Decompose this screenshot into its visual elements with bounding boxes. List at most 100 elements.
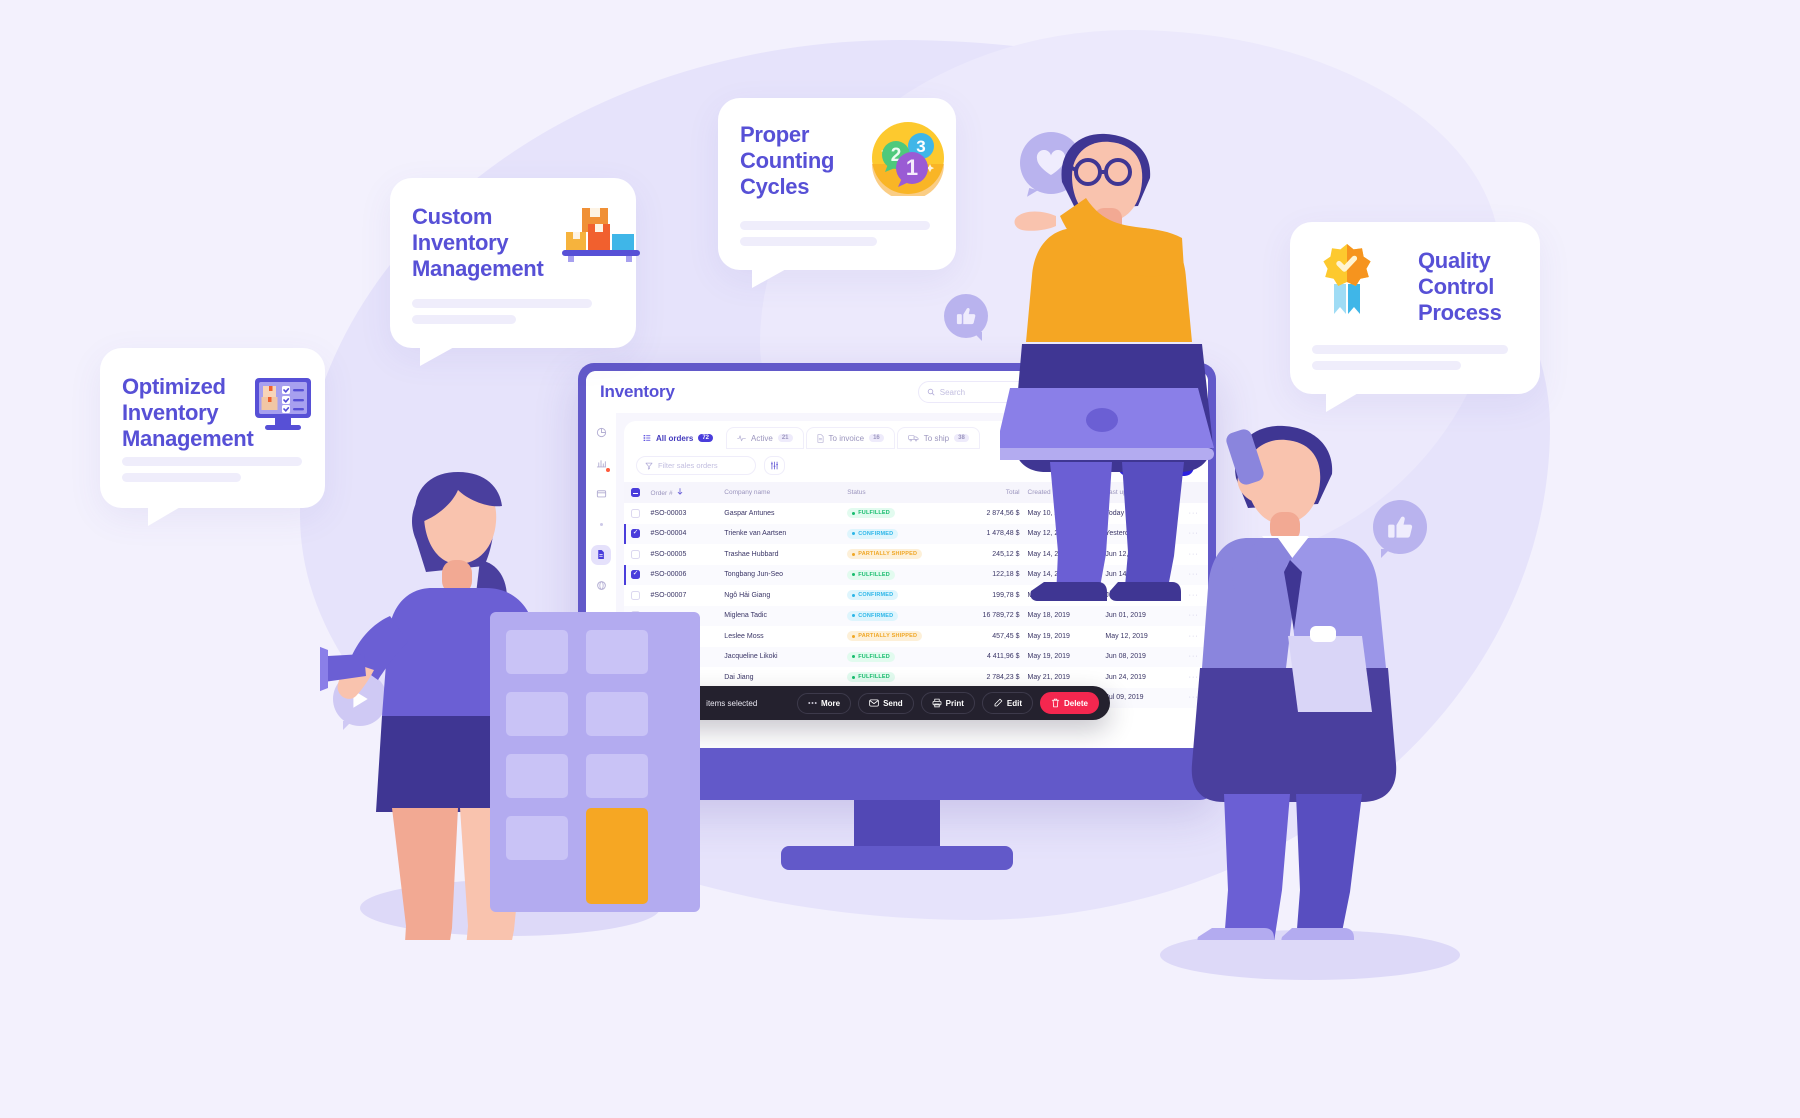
man-pointing-hand [1014,211,1056,231]
tab-all-orders[interactable]: All orders 72 [632,427,724,449]
delete-button[interactable]: Delete [1039,692,1099,714]
col-order-number[interactable]: Order # [646,482,721,503]
skeleton-line [1312,345,1508,354]
award-ribbon-icon [1323,244,1371,314]
tab-count: 21 [777,434,793,442]
status-dot [852,552,856,556]
button-label: More [820,698,841,708]
status-dot [852,511,856,515]
table-row[interactable]: #SO-00009Leslee MossPARTIALLY SHIPPED457… [624,626,1208,647]
cell-status: PARTIALLY SHIPPED [843,544,941,565]
row-checkbox[interactable] [630,528,640,539]
row-checkbox[interactable] [630,549,640,559]
status-dot [852,532,856,536]
shelf-crate-illustration [490,612,700,912]
card-skeleton-lines [122,457,302,482]
cell-company-name: Trashae Hubbard [724,550,779,558]
skeleton-line [412,299,592,308]
tab-count: 72 [698,434,714,442]
status-badge: CONFIRMED [847,590,899,601]
table-row[interactable]: #SO-00011Dai JiangFULFILLED2 784,23 $May… [624,667,1208,688]
cell-status: CONFIRMED [843,606,941,627]
row-checkbox[interactable] [630,569,640,580]
pulse-icon [737,435,746,442]
monitor-checklist-icon [255,378,311,430]
send-button[interactable]: Send [858,692,914,714]
table-row[interactable]: #SO-00010Jacqueline LikokiFULFILLED4 411… [624,646,1208,667]
column-settings-button[interactable] [764,456,785,475]
sliders-icon [771,461,778,470]
printer-icon [932,698,942,708]
arrow-down-icon [678,488,683,495]
edit-button[interactable]: Edit [981,692,1033,714]
status-badge: PARTIALLY SHIPPED [847,631,923,642]
print-button[interactable]: Print [920,692,975,714]
filter-sales-orders-input[interactable]: Filter sales orders [636,456,756,475]
tab-to-ship[interactable]: To ship 38 [896,427,980,449]
status-dot [852,634,856,638]
status-label: CONFIRMED [858,592,894,599]
monitor-neck [854,800,940,848]
tab-count: 38 [954,434,969,442]
cell-company-name: Jacqueline Likoki [724,653,778,661]
selected-label: items selected [706,698,758,708]
status-dot [852,675,856,679]
cell-company-name: Miglena Tadic [724,612,767,620]
cell-status: FULFILLED [843,565,941,586]
row-select-cell[interactable] [624,524,647,545]
cell-status: FULFILLED [843,667,941,688]
cell-company-name: Leslee Moss [724,632,764,640]
phone-man-leg-left [1224,794,1290,940]
funnel-icon [645,462,653,470]
row-checkbox[interactable] [630,508,640,518]
select-all-checkbox[interactable] [630,488,640,497]
clipboard [1288,636,1372,712]
phone-man-shoe-right [1281,928,1354,940]
speech-tail [148,506,182,526]
status-label: FULFILLED [858,653,890,660]
cell-created: May 19, 2019 [1027,632,1070,640]
status-label: FULFILLED [858,510,890,517]
row-select-cell[interactable] [624,503,647,524]
status-label: PARTIALLY SHIPPED [858,633,918,640]
skeleton-line [1312,361,1461,370]
cell-company-name: Gaspar Antunes [724,509,775,517]
tab-to-invoice[interactable]: To invoice 16 [805,427,895,449]
status-label: FULFILLED [858,674,890,681]
trash-icon [1051,698,1060,708]
svg-text:1: 1 [906,155,918,180]
tab-label: All orders [656,433,694,443]
row-checkbox[interactable] [630,590,640,600]
character-man-on-phone [1191,425,1397,940]
col-company-name[interactable]: Company name [720,482,844,503]
skeleton-line [412,315,517,324]
filter-placeholder: Filter sales orders [658,461,718,470]
status-dot [852,614,856,618]
row-select-cell[interactable] [624,585,647,606]
boxes-shelf-icon [562,208,640,262]
tab-count: 16 [869,434,884,442]
col-status[interactable]: Status [843,482,942,503]
cell-company-name: Tongbang Jun-Seo [724,571,784,579]
row-select-cell[interactable] [624,544,647,565]
cell-status: CONFIRMED [843,524,941,545]
row-select-cell[interactable] [624,565,647,586]
cell-total: 2 784,23 $ [986,673,1020,681]
reaction-thumbs-up-bubble-left [944,294,988,341]
status-dot [852,655,856,659]
status-label: PARTIALLY SHIPPED [858,551,918,558]
feature-card-counting: Proper Counting Cycles 3 2 1 [718,98,956,288]
card-skeleton-lines [412,299,592,324]
highlighted-crate [586,808,648,904]
more-button[interactable]: More [796,692,852,714]
tab-active[interactable]: Active 21 [726,427,804,449]
pencil-icon [994,698,1003,707]
feature-card-title: Proper Counting Cycles [740,122,835,199]
tab-label: To invoice [828,433,865,443]
button-label: Print [945,698,964,708]
status-dot [852,573,856,577]
list-icon [643,435,651,441]
button-label: Edit [1006,698,1022,708]
feature-card-title: Quality Control Process [1418,248,1502,325]
select-all-header[interactable] [624,482,647,503]
